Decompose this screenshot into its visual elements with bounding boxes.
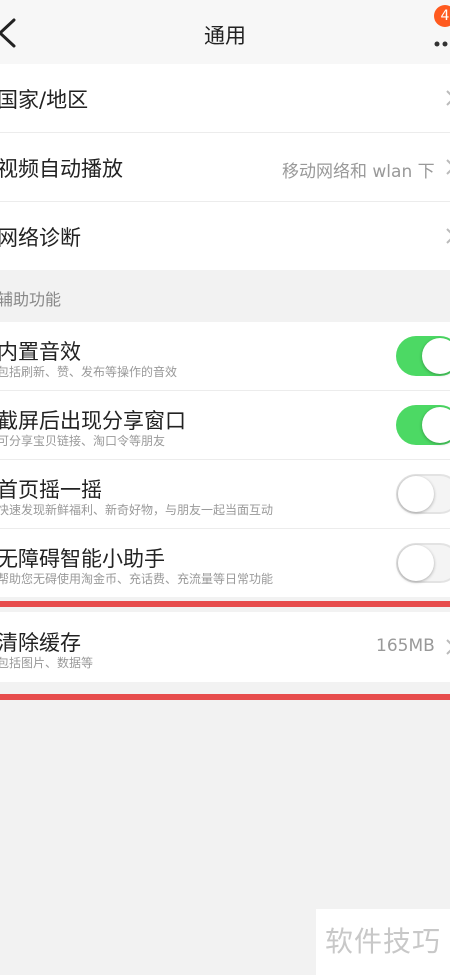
sound-effects-toggle[interactable] bbox=[396, 336, 450, 376]
settings-row-video-autoplay[interactable]: 视频自动播放 移动网络和 wlan 下 bbox=[0, 133, 450, 201]
settings-row-sound-effects: 内置音效 包括刷新、赞、发布等操作的音效 bbox=[0, 322, 450, 390]
row-label: 无障碍智能小助手 bbox=[0, 547, 165, 571]
highlight-line-top bbox=[0, 601, 450, 607]
toggle-knob bbox=[398, 476, 434, 512]
nav-bar: 通用 4 bbox=[0, 0, 450, 64]
row-label: 国家/地区 bbox=[0, 88, 89, 112]
settings-row-screenshot-share: 截屏后出现分享窗口 可分享宝贝链接、淘口令等朋友 bbox=[0, 391, 450, 459]
row-sublabel: 快速发现新鲜福利、新奇好物，与朋友一起当面互动 bbox=[0, 503, 274, 517]
row-label: 清除缓存 bbox=[0, 631, 81, 655]
toggle-knob bbox=[422, 407, 450, 443]
shake-toggle[interactable] bbox=[396, 474, 450, 514]
chevron-right-icon bbox=[446, 228, 450, 244]
row-label: 内置音效 bbox=[0, 340, 81, 364]
accessibility-assistant-toggle[interactable] bbox=[396, 543, 450, 583]
settings-row-network-diagnosis[interactable]: 网络诊断 bbox=[0, 202, 450, 270]
watermark: 软件技巧 bbox=[316, 909, 450, 975]
notification-badge: 4 bbox=[434, 5, 450, 27]
settings-row-shake: 首页摇一摇 快速发现新鲜福利、新奇好物，与朋友一起当面互动 bbox=[0, 460, 450, 528]
chevron-right-icon bbox=[446, 159, 450, 175]
settings-row-clear-cache[interactable]: 清除缓存 包括图片、数据等 165MB bbox=[0, 612, 450, 682]
row-label: 网络诊断 bbox=[0, 226, 81, 250]
page-title: 通用 bbox=[204, 24, 246, 48]
row-sublabel: 可分享宝贝链接、淘口令等朋友 bbox=[0, 434, 166, 448]
toggle-knob bbox=[398, 545, 434, 581]
row-sublabel: 包括图片、数据等 bbox=[0, 656, 94, 670]
row-label: 视频自动播放 bbox=[0, 157, 123, 181]
chevron-right-icon bbox=[446, 639, 450, 655]
row-sublabel: 帮助您无碍使用淘金币、充话费、充流量等日常功能 bbox=[0, 572, 274, 586]
section-label-accessibility: 辅助功能 bbox=[0, 290, 62, 309]
row-value: 移动网络和 wlan 下 bbox=[282, 162, 435, 182]
settings-row-region[interactable]: 国家/地区 bbox=[0, 64, 450, 132]
highlight-line-bottom bbox=[0, 694, 450, 700]
row-sublabel: 包括刷新、赞、发布等操作的音效 bbox=[0, 365, 178, 379]
row-label: 截屏后出现分享窗口 bbox=[0, 409, 186, 433]
cache-size: 165MB bbox=[376, 636, 435, 656]
toggle-knob bbox=[422, 338, 450, 374]
row-label: 首页摇一摇 bbox=[0, 478, 102, 502]
chevron-right-icon bbox=[446, 90, 450, 106]
screenshot-share-toggle[interactable] bbox=[396, 405, 450, 445]
settings-row-accessibility-assistant: 无障碍智能小助手 帮助您无碍使用淘金币、充话费、充流量等日常功能 bbox=[0, 529, 450, 597]
